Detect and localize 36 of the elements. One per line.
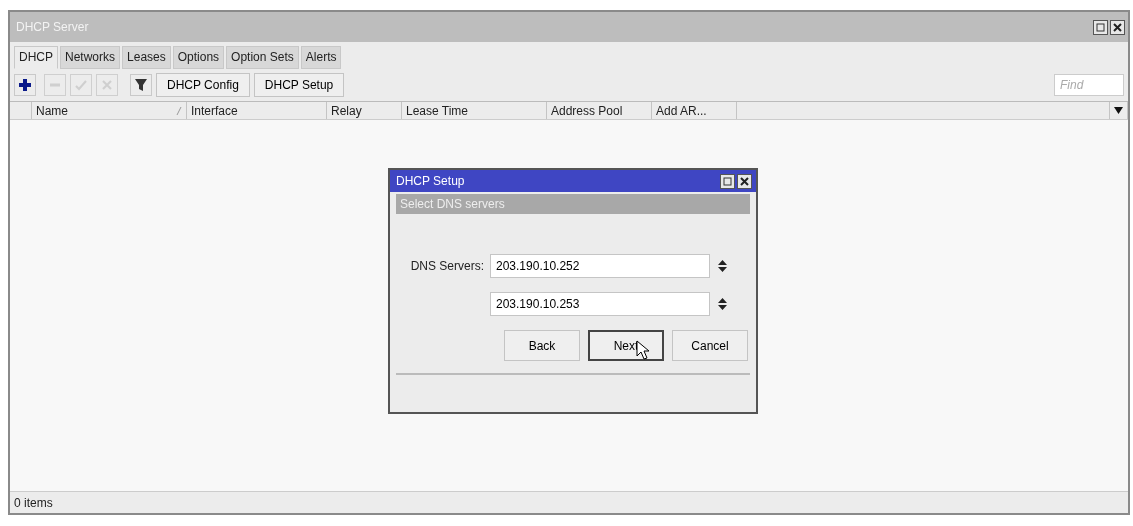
- column-menu-icon[interactable]: [1109, 102, 1128, 119]
- column-header[interactable]: Add AR...: [652, 102, 737, 119]
- step-heading: Select DNS servers: [396, 194, 750, 214]
- dns-server-field[interactable]: 203.190.10.253: [490, 292, 710, 316]
- plus-icon: [17, 77, 33, 93]
- tab[interactable]: Options: [172, 46, 225, 69]
- close-button[interactable]: [1110, 19, 1125, 35]
- find-field[interactable]: Find: [1054, 74, 1124, 96]
- dialog-button[interactable]: Next: [588, 330, 664, 361]
- cursor-icon: [636, 340, 650, 360]
- column-header[interactable]: Lease Time: [402, 102, 547, 119]
- filter-icon: [133, 77, 149, 93]
- tab[interactable]: Leases: [122, 46, 171, 69]
- dns-server-field[interactable]: 203.190.10.252: [490, 254, 710, 278]
- close-button[interactable]: [737, 173, 752, 189]
- column-header[interactable]: Name: [32, 102, 187, 119]
- column-header[interactable]: Relay: [327, 102, 402, 119]
- dialog-button[interactable]: Back: [504, 330, 580, 361]
- dialog-button[interactable]: Cancel: [672, 330, 748, 361]
- field-label: DNS Servers:: [409, 258, 485, 275]
- tab[interactable]: Option Sets: [226, 46, 299, 69]
- tab[interactable]: Networks: [60, 46, 121, 69]
- toolbar-button[interactable]: DHCP Config: [156, 73, 250, 97]
- tab[interactable]: DHCP: [14, 46, 58, 69]
- column-header[interactable]: Address Pool: [547, 102, 652, 119]
- maximize-button[interactable]: [720, 173, 735, 189]
- spin-arrows-icon[interactable]: [718, 298, 727, 310]
- add-button[interactable]: [14, 74, 36, 96]
- dialog-title: DHCP Setup: [396, 173, 465, 190]
- maximize-button[interactable]: [1093, 19, 1108, 35]
- toolbar-button[interactable]: DHCP Setup: [253, 73, 345, 97]
- spin-arrows-icon[interactable]: [718, 260, 727, 272]
- filter-button[interactable]: [130, 74, 152, 96]
- tab[interactable]: Alerts: [300, 46, 342, 69]
- item-count: 0 items: [14, 496, 53, 510]
- column-header[interactable]: Interface: [187, 102, 327, 119]
